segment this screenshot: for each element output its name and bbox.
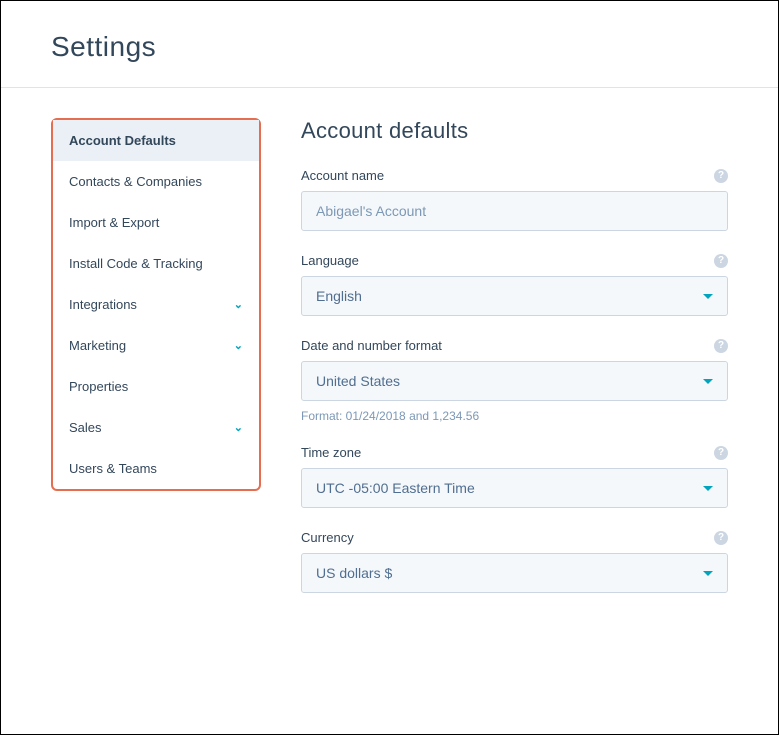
sidebar-item-label: Marketing xyxy=(69,338,126,353)
sidebar-item-label: Users & Teams xyxy=(69,461,157,476)
sidebar-item-label: Install Code & Tracking xyxy=(69,256,203,271)
sidebar-item-contacts-companies[interactable]: Contacts & Companies xyxy=(53,161,259,202)
caret-down-icon xyxy=(703,379,713,384)
date-format-value: United States xyxy=(316,373,400,389)
date-format-hint: Format: 01/24/2018 and 1,234.56 xyxy=(301,409,728,423)
caret-down-icon xyxy=(703,294,713,299)
sidebar-item-import-export[interactable]: Import & Export xyxy=(53,202,259,243)
field-date-format: Date and number format ? United States F… xyxy=(301,338,728,423)
sidebar-item-label: Import & Export xyxy=(69,215,159,230)
help-icon[interactable]: ? xyxy=(714,254,728,268)
sidebar-item-label: Contacts & Companies xyxy=(69,174,202,189)
help-icon[interactable]: ? xyxy=(714,169,728,183)
language-select[interactable]: English xyxy=(301,276,728,316)
sidebar-item-marketing[interactable]: Marketing ⌄ xyxy=(53,325,259,366)
main-title: Account defaults xyxy=(301,118,728,144)
caret-down-icon xyxy=(703,486,713,491)
currency-value: US dollars $ xyxy=(316,565,392,581)
sidebar-item-label: Account Defaults xyxy=(69,133,176,148)
caret-down-icon xyxy=(703,571,713,576)
timezone-select[interactable]: UTC -05:00 Eastern Time xyxy=(301,468,728,508)
sidebar-item-integrations[interactable]: Integrations ⌄ xyxy=(53,284,259,325)
sidebar-item-install-code-tracking[interactable]: Install Code & Tracking xyxy=(53,243,259,284)
settings-sidebar: Account Defaults Contacts & Companies Im… xyxy=(51,118,261,491)
timezone-value: UTC -05:00 Eastern Time xyxy=(316,480,475,496)
divider xyxy=(1,87,778,88)
chevron-down-icon: ⌄ xyxy=(234,298,243,311)
settings-main: Account defaults Account name ? Language… xyxy=(301,118,728,615)
date-format-select[interactable]: United States xyxy=(301,361,728,401)
field-timezone: Time zone ? UTC -05:00 Eastern Time xyxy=(301,445,728,508)
page-title: Settings xyxy=(51,31,728,63)
currency-select[interactable]: US dollars $ xyxy=(301,553,728,593)
language-value: English xyxy=(316,288,362,304)
help-icon[interactable]: ? xyxy=(714,446,728,460)
help-icon[interactable]: ? xyxy=(714,339,728,353)
field-currency: Currency ? US dollars $ xyxy=(301,530,728,593)
account-name-input[interactable] xyxy=(301,191,728,231)
sidebar-item-properties[interactable]: Properties xyxy=(53,366,259,407)
account-name-label: Account name xyxy=(301,168,384,183)
field-language: Language ? English xyxy=(301,253,728,316)
sidebar-item-account-defaults[interactable]: Account Defaults xyxy=(53,120,259,161)
sidebar-item-label: Properties xyxy=(69,379,128,394)
chevron-down-icon: ⌄ xyxy=(234,339,243,352)
date-format-label: Date and number format xyxy=(301,338,442,353)
sidebar-item-label: Sales xyxy=(69,420,102,435)
sidebar-item-users-teams[interactable]: Users & Teams xyxy=(53,448,259,489)
field-account-name: Account name ? xyxy=(301,168,728,231)
sidebar-item-sales[interactable]: Sales ⌄ xyxy=(53,407,259,448)
currency-label: Currency xyxy=(301,530,354,545)
timezone-label: Time zone xyxy=(301,445,361,460)
chevron-down-icon: ⌄ xyxy=(234,421,243,434)
help-icon[interactable]: ? xyxy=(714,531,728,545)
language-label: Language xyxy=(301,253,359,268)
sidebar-item-label: Integrations xyxy=(69,297,137,312)
